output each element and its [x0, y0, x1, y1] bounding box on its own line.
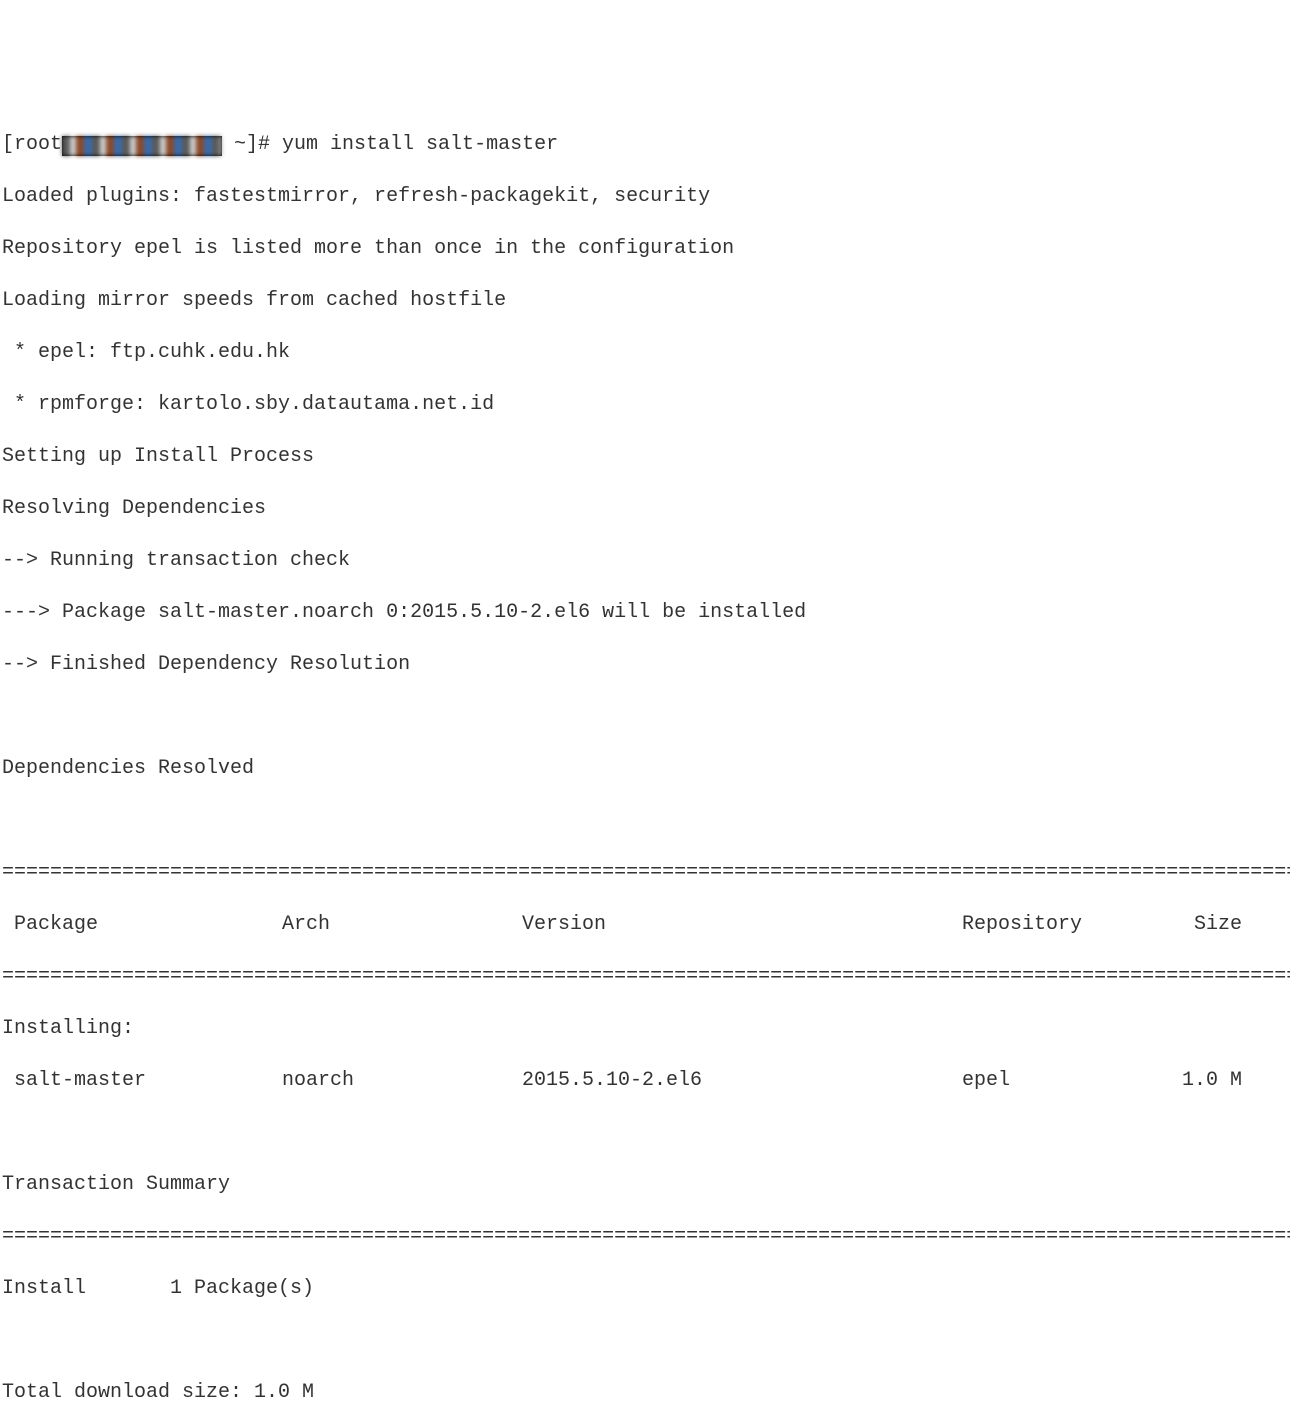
output-line: * epel: ftp.cuhk.edu.hk: [2, 340, 1288, 366]
deps-resolved-label: Dependencies Resolved: [2, 756, 1288, 782]
cell-version: 2015.5.10-2.el6: [522, 1068, 962, 1094]
table-header-row: PackageArchVersionRepositorySize: [2, 912, 1288, 938]
output-line: --> Finished Dependency Resolution: [2, 652, 1288, 678]
transaction-summary-label: Transaction Summary: [2, 1172, 1288, 1198]
install-summary: Install 1 Package(s): [2, 1276, 1288, 1302]
command-text: yum install salt-master: [282, 133, 558, 156]
blank-line: [2, 704, 1288, 730]
header-version: Version: [522, 912, 962, 938]
redacted-hostname: [62, 136, 222, 156]
cell-repository: epel: [962, 1068, 1162, 1094]
installing-label: Installing:: [2, 1016, 1288, 1042]
cell-package: salt-master: [2, 1068, 282, 1094]
header-arch: Arch: [282, 912, 522, 938]
blank-line: [2, 1328, 1288, 1354]
prompt-line: [root ~]# yum install salt-master: [2, 132, 1288, 158]
divider-line: ========================================…: [2, 964, 1288, 990]
output-line: --> Running transaction check: [2, 548, 1288, 574]
output-line: Loaded plugins: fastestmirror, refresh-p…: [2, 184, 1288, 210]
output-line: Repository epel is listed more than once…: [2, 236, 1288, 262]
divider-line: ========================================…: [2, 860, 1288, 886]
prompt-prefix: [root: [2, 133, 62, 156]
cell-arch: noarch: [282, 1068, 522, 1094]
terminal-output: [root ~]# yum install salt-master Loaded…: [2, 106, 1288, 1408]
output-line: Resolving Dependencies: [2, 496, 1288, 522]
table-row: salt-masternoarch2015.5.10-2.el6epel1.0 …: [2, 1068, 1288, 1094]
output-line: Setting up Install Process: [2, 444, 1288, 470]
output-line: ---> Package salt-master.noarch 0:2015.5…: [2, 600, 1288, 626]
header-package: Package: [2, 912, 282, 938]
blank-line: [2, 808, 1288, 834]
prompt-suffix: ~]#: [222, 133, 282, 156]
output-line: Loading mirror speeds from cached hostfi…: [2, 288, 1288, 314]
output-line: * rpmforge: kartolo.sby.datautama.net.id: [2, 392, 1288, 418]
blank-line: [2, 1120, 1288, 1146]
header-size: Size: [1162, 912, 1242, 938]
divider-line: ========================================…: [2, 1224, 1288, 1250]
header-repository: Repository: [962, 912, 1162, 938]
cell-size: 1.0 M: [1162, 1068, 1242, 1094]
download-size-line: Total download size: 1.0 M: [2, 1380, 1288, 1406]
